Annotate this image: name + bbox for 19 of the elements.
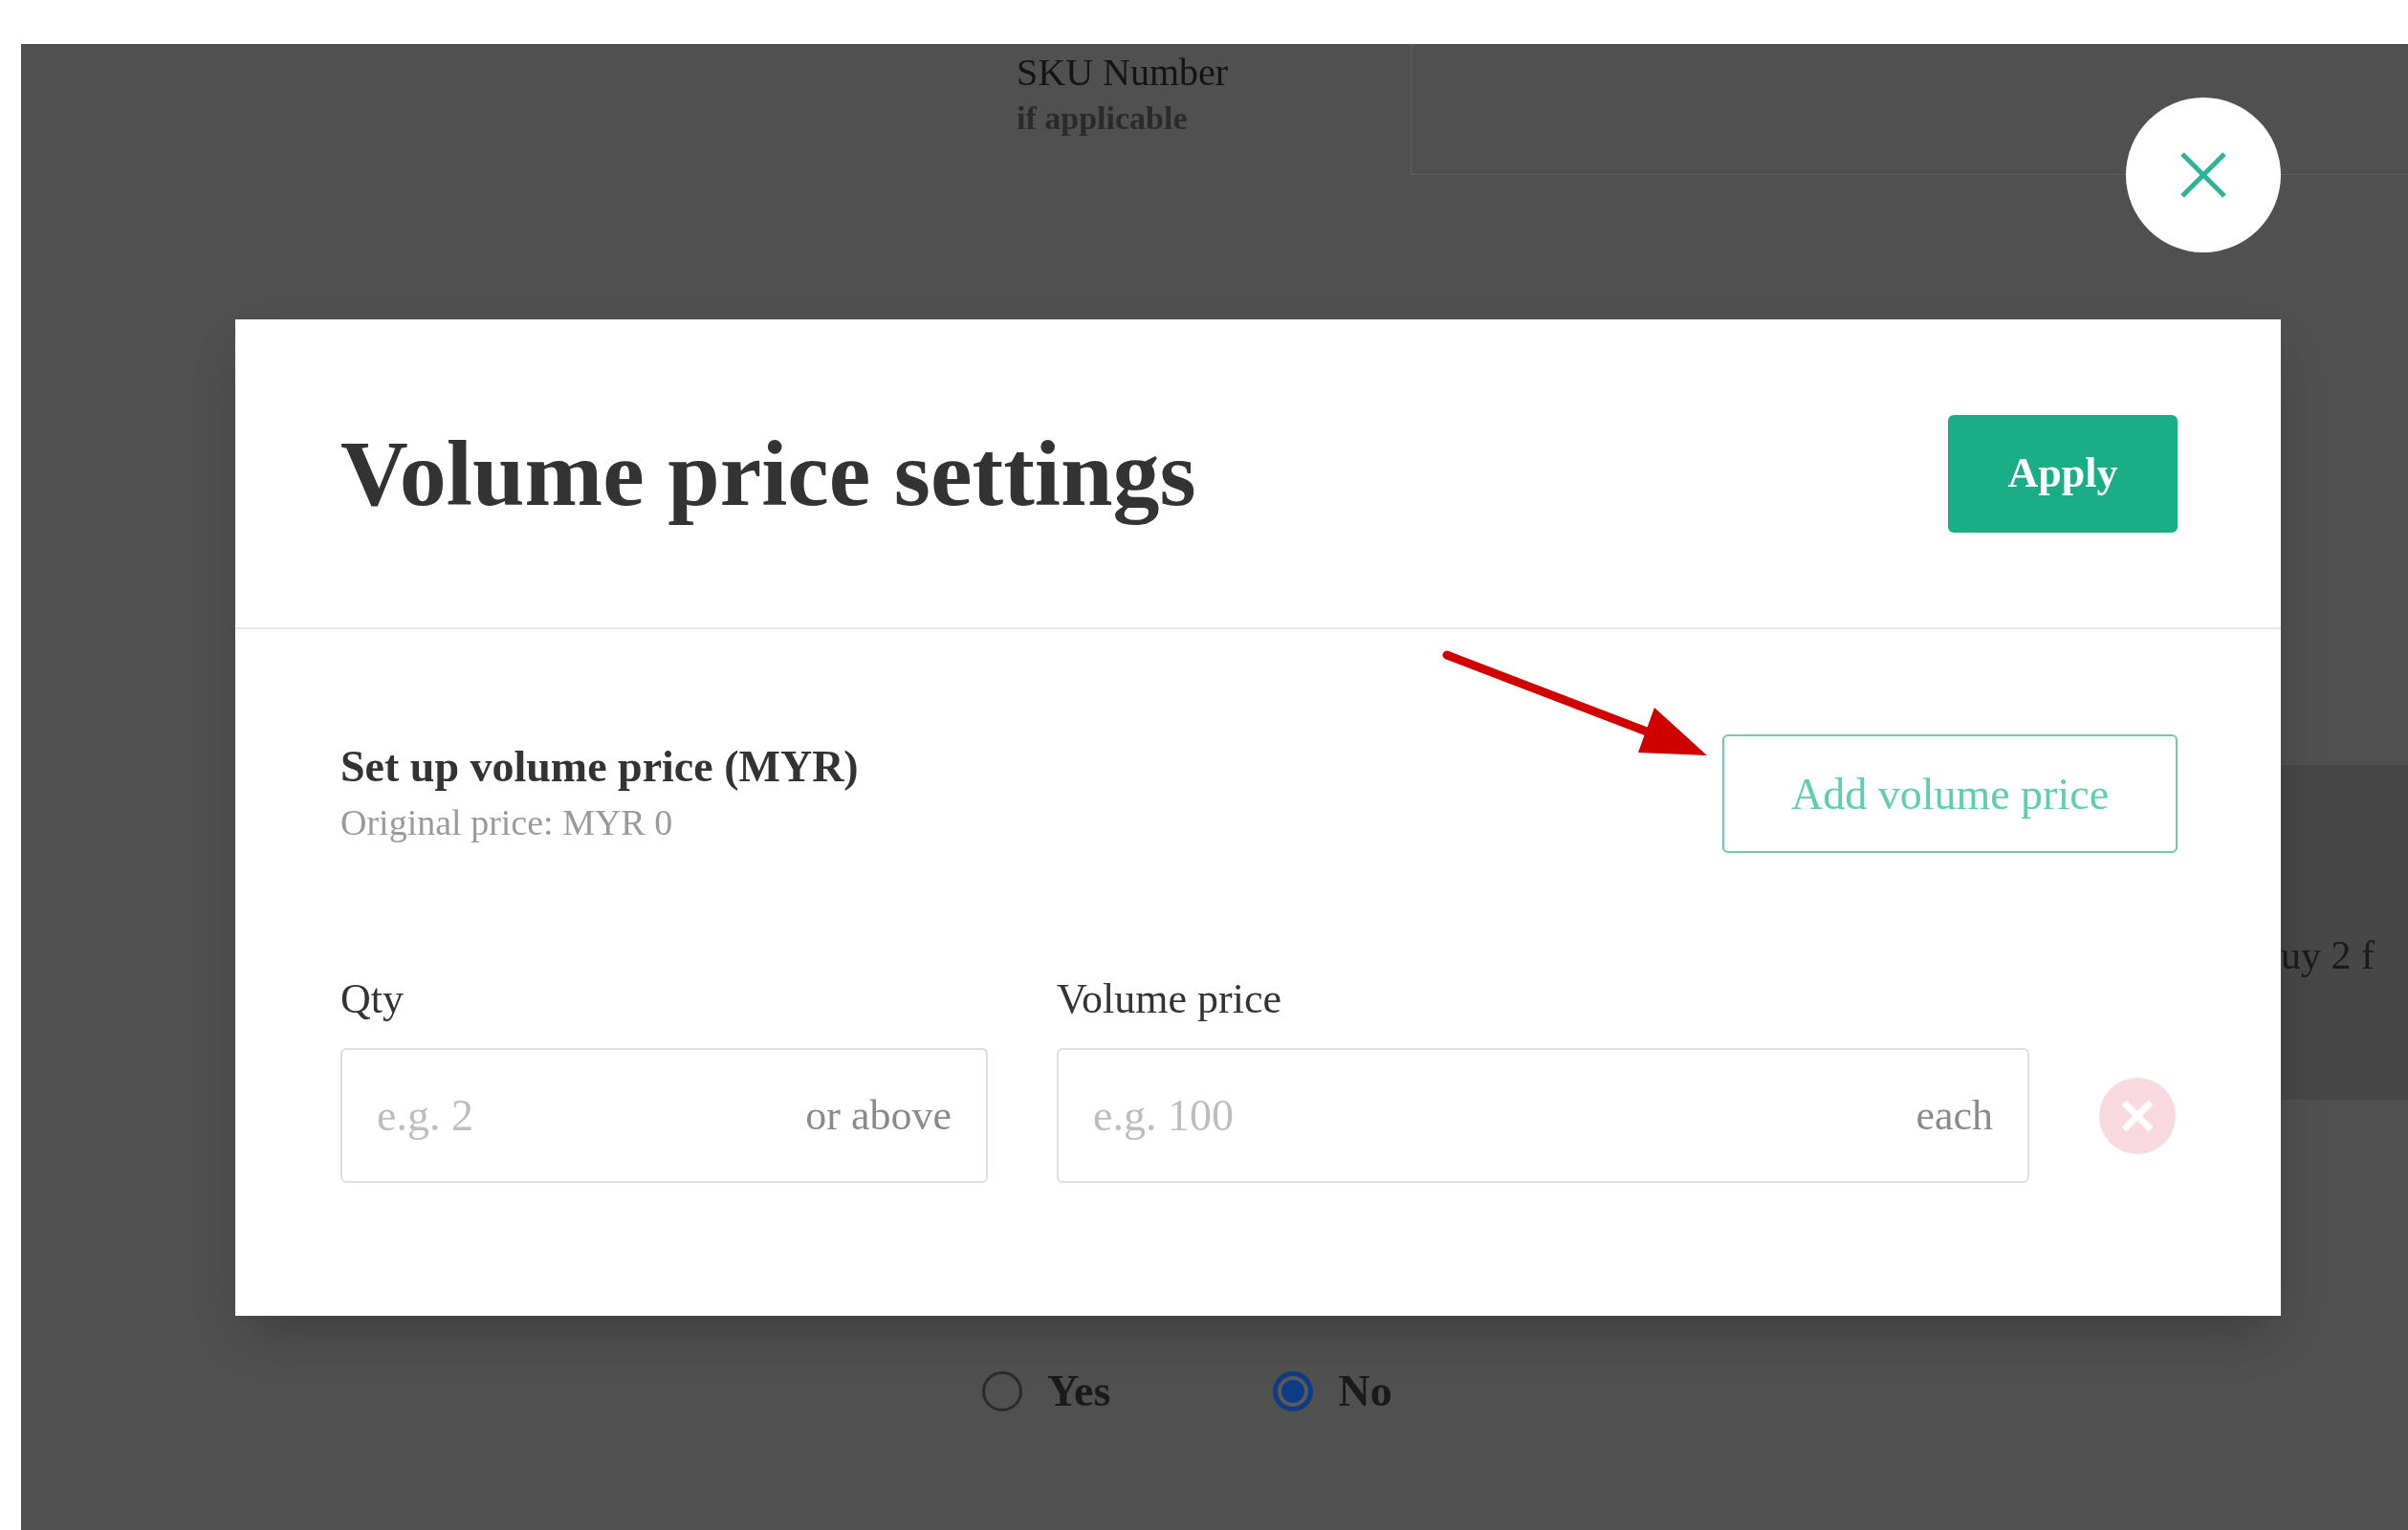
original-price: Original price: MYR 0 [340, 801, 674, 844]
input-field[interactable]: e.g. 100 each [1057, 1048, 2029, 1183]
input-field[interactable]: e.g. 2 or above [340, 1048, 988, 1183]
section-title: Set up volume price (MYR) [340, 741, 859, 793]
close-icon [2178, 150, 2228, 200]
input-suffix: or above [805, 1090, 952, 1141]
text-input[interactable]: e.g. 100 [1093, 1082, 1916, 1148]
sku-label: SKU Number [1017, 50, 1230, 96]
radio-button[interactable] [982, 1370, 1022, 1411]
add-volume-price-button[interactable]: Add volume price [1722, 734, 2178, 853]
text-input[interactable]: e.g. 2 [377, 1082, 806, 1148]
sku-input-field[interactable] [1411, 44, 2099, 175]
apply-button[interactable]: Apply [1948, 414, 2178, 533]
remove-icon[interactable] [2099, 1078, 2176, 1154]
modal-title: Volume price settings [340, 420, 1196, 527]
input-suffix: each [1915, 1090, 1993, 1141]
radio-button[interactable] [1273, 1370, 1314, 1411]
field-label: Qty [340, 974, 405, 1024]
field-label: Volume price [1057, 974, 1283, 1024]
